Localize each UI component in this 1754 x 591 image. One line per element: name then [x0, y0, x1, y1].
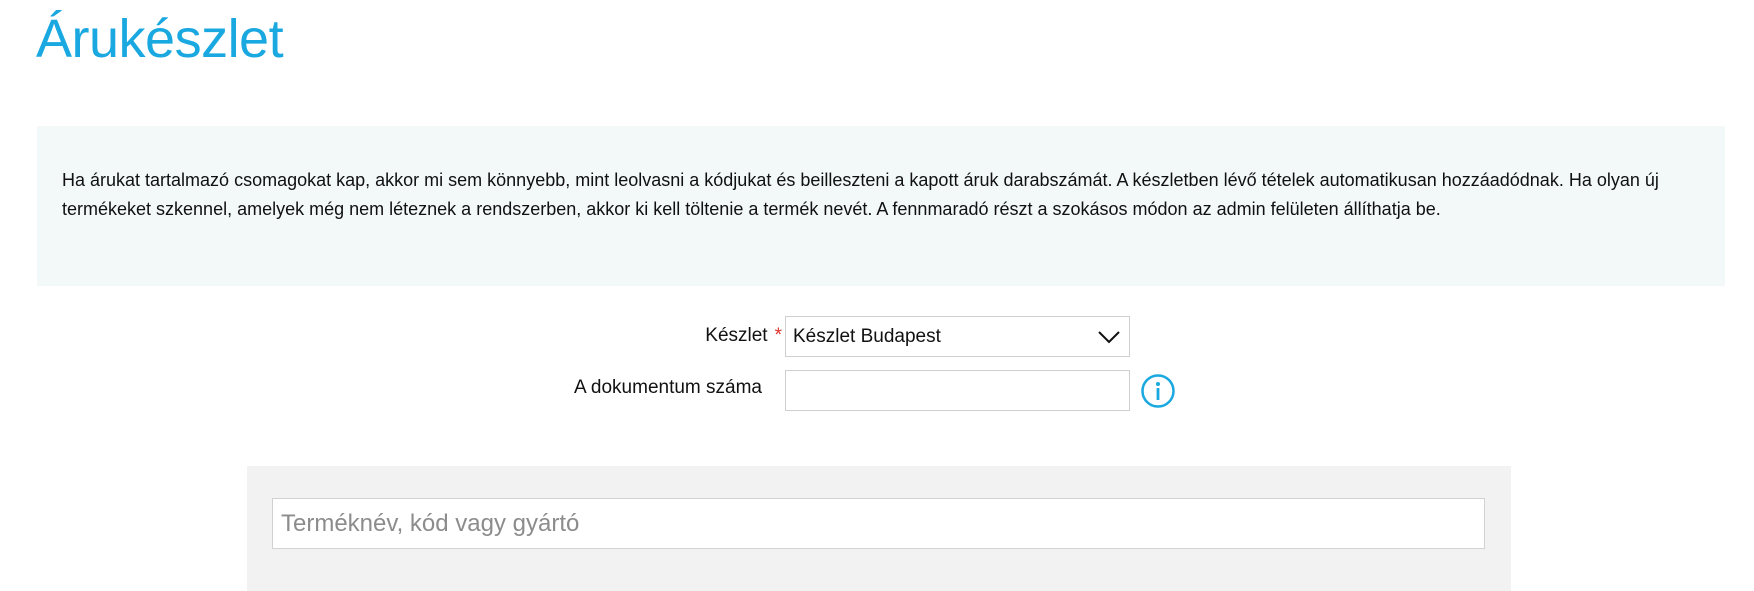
chevron-down-icon — [1098, 331, 1120, 344]
page-title: Árukészlet — [36, 9, 284, 69]
stock-select[interactable]: Készlet Budapest — [785, 316, 1130, 357]
required-marker: * — [774, 325, 782, 346]
stock-select-value: Készlet Budapest — [793, 325, 941, 347]
product-search-panel — [247, 466, 1511, 591]
info-text: Ha árukat tartalmazó csomagokat kap, akk… — [62, 170, 1659, 219]
stock-label-group: Készlet * — [622, 325, 782, 347]
info-box: Ha árukat tartalmazó csomagokat kap, akk… — [37, 126, 1725, 286]
stock-label: Készlet — [705, 325, 768, 346]
document-number-label: A dokumentum száma — [574, 377, 762, 398]
document-number-input[interactable] — [785, 370, 1130, 411]
info-icon[interactable] — [1140, 373, 1176, 409]
product-search-input[interactable] — [272, 498, 1485, 549]
